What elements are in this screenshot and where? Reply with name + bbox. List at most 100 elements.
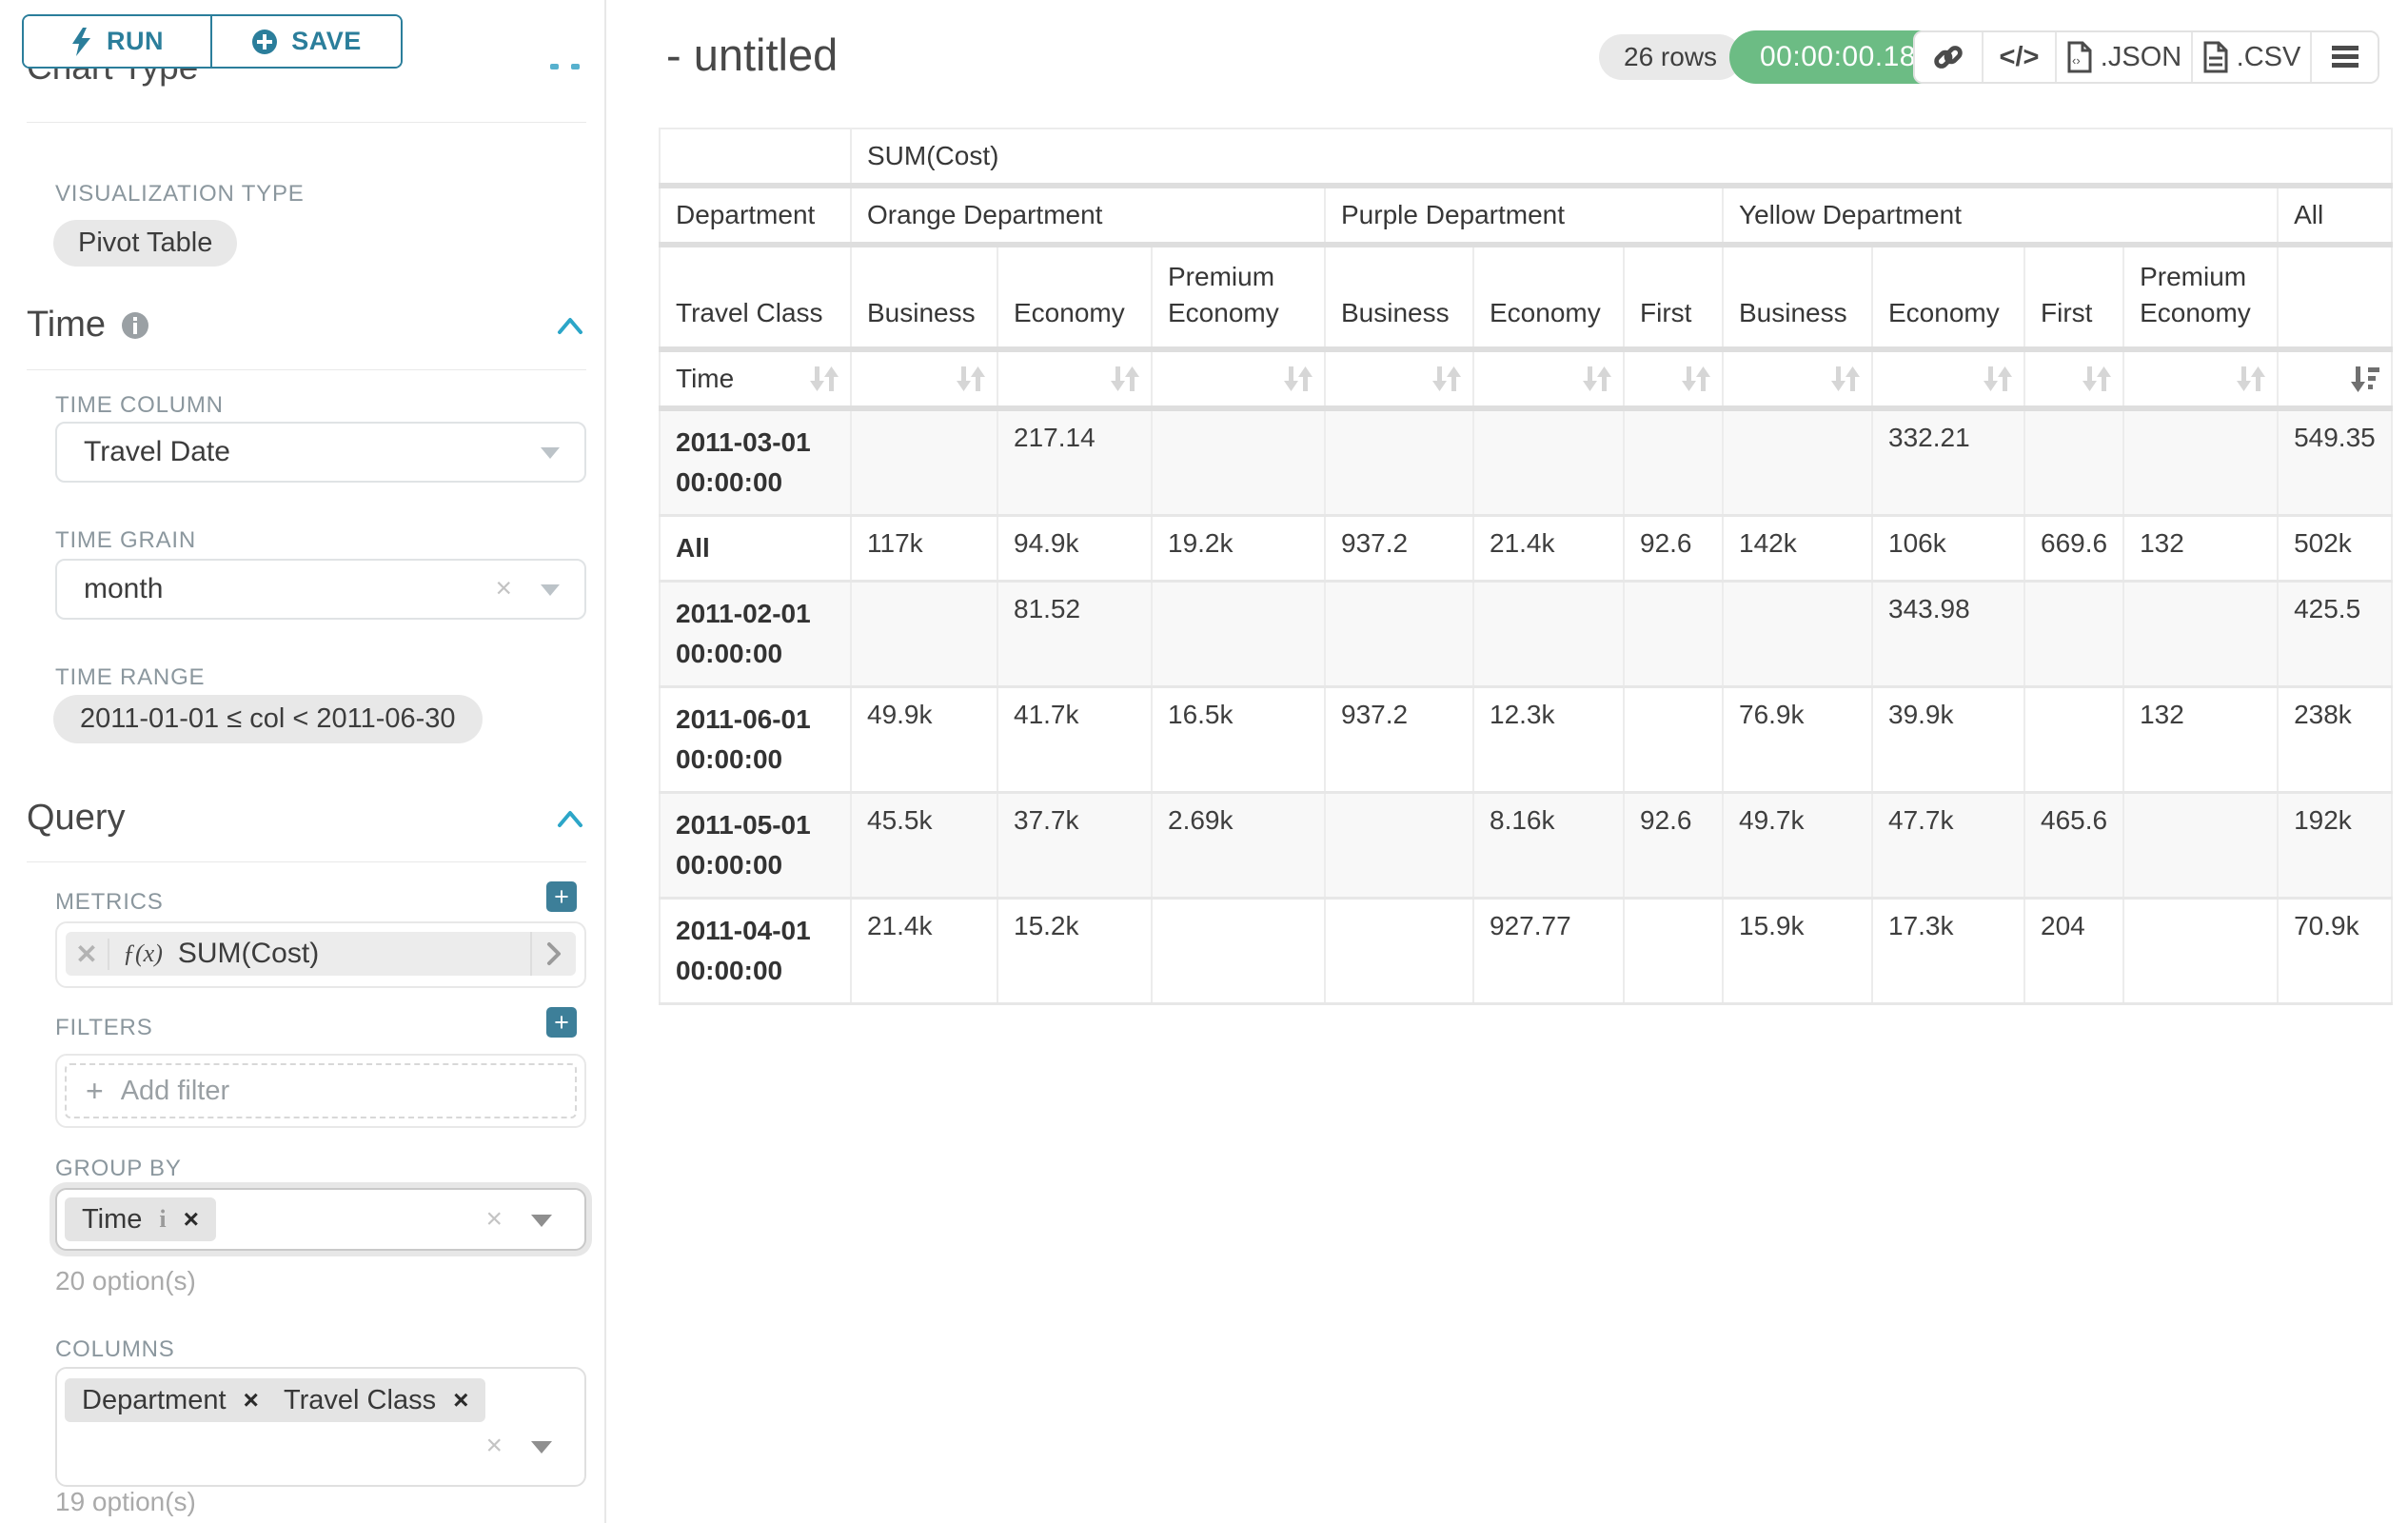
- sort-icon: [955, 365, 987, 393]
- collapse-query-icon[interactable]: [556, 807, 584, 830]
- add-metric-button[interactable]: +: [546, 881, 577, 912]
- chevron-down-icon[interactable]: [531, 1441, 552, 1454]
- remove-chip-icon[interactable]: ×: [453, 1385, 468, 1415]
- menu-button[interactable]: [2310, 32, 2378, 82]
- table-cell: [1473, 408, 1624, 516]
- table-cell: 132: [2123, 515, 2278, 581]
- remove-metric-icon[interactable]: ✕: [66, 939, 109, 970]
- filters-box: + Add filter: [55, 1054, 586, 1128]
- share-link-button[interactable]: [1915, 32, 1982, 82]
- table-cell: 19.2k: [1152, 515, 1325, 581]
- add-filter-button[interactable]: + Add filter: [65, 1063, 577, 1118]
- sort-column-button[interactable]: [2024, 349, 2123, 408]
- columns-chip-travel-class[interactable]: Travel Class ×: [266, 1378, 485, 1422]
- table-cell: [1624, 408, 1723, 516]
- travel-class-header: First: [2024, 245, 2123, 349]
- save-button[interactable]: SAVE: [212, 16, 401, 67]
- table-cell: [1325, 408, 1473, 516]
- clear-icon[interactable]: ×: [485, 1430, 503, 1462]
- table-cell: 927.77: [1473, 898, 1624, 1003]
- chip-label: Department: [82, 1385, 227, 1416]
- chart-title[interactable]: - untitled: [666, 29, 838, 81]
- filters-label: FILTERS: [55, 1015, 153, 1041]
- add-filter-plus-button[interactable]: +: [546, 1007, 577, 1038]
- clear-icon[interactable]: ×: [495, 572, 512, 604]
- table-cell: 47.7k: [1872, 792, 2024, 898]
- collapse-time-icon[interactable]: [556, 314, 584, 337]
- sort-column-button[interactable]: [851, 349, 997, 408]
- table-cell: 41.7k: [997, 686, 1152, 792]
- chevron-down-icon: [541, 447, 560, 459]
- metric-body: ƒ(x) SUM(Cost): [109, 938, 530, 970]
- time-grain-select[interactable]: month ×: [55, 559, 586, 620]
- run-button[interactable]: RUN: [24, 16, 212, 67]
- link-icon: [1932, 41, 1964, 73]
- sort-time-button[interactable]: Time: [660, 349, 851, 408]
- sort-column-button[interactable]: [1872, 349, 2024, 408]
- sort-column-button[interactable]: [1624, 349, 1723, 408]
- divider: [27, 122, 586, 123]
- table-cell: 21.4k: [851, 898, 997, 1003]
- table-cell: 106k: [1872, 515, 2024, 581]
- time-column-select[interactable]: Travel Date: [55, 422, 586, 483]
- table-cell: 92.6: [1624, 515, 1723, 581]
- metrics-box: ✕ ƒ(x) SUM(Cost): [55, 921, 586, 988]
- metrics-label: METRICS: [55, 889, 164, 916]
- run-save-group: RUN SAVE: [22, 14, 403, 69]
- time-grain-value: month: [84, 573, 163, 605]
- columns-hint: 19 option(s): [55, 1487, 196, 1517]
- pivot-table: SUM(Cost)DepartmentOrange DepartmentPurp…: [659, 128, 2393, 1005]
- table-cell: 12.3k: [1473, 686, 1624, 792]
- time-range-value[interactable]: 2011-01-01 ≤ col < 2011-06-30: [53, 695, 483, 743]
- table-cell: [1152, 581, 1325, 686]
- time-section-heading: Time: [27, 305, 149, 346]
- chevron-down-icon[interactable]: [531, 1215, 552, 1227]
- query-heading-label: Query: [27, 798, 125, 839]
- table-cell: [2024, 581, 2123, 686]
- expand-metric-button[interactable]: [530, 932, 576, 976]
- group-by-chip-time[interactable]: Time i ×: [65, 1197, 216, 1241]
- table-cell: 937.2: [1325, 515, 1473, 581]
- file-code-icon: ‹›: [2066, 41, 2093, 73]
- group-by-select[interactable]: Time i × ×: [55, 1188, 586, 1251]
- sort-icon: [808, 365, 840, 393]
- travel-class-header: Economy: [1872, 245, 2024, 349]
- svg-text:‹›: ‹›: [2072, 53, 2081, 68]
- table-cell: 669.6: [2024, 515, 2123, 581]
- metric-chip[interactable]: ✕ ƒ(x) SUM(Cost): [66, 932, 576, 976]
- sort-icon: [1109, 365, 1141, 393]
- export-toolbar: </> ‹› .JSON .CSV: [1913, 30, 2379, 84]
- sort-column-button[interactable]: [997, 349, 1152, 408]
- sort-desc-icon: [2349, 365, 2381, 393]
- remove-chip-icon[interactable]: ×: [184, 1204, 199, 1235]
- group-by-hint: 20 option(s): [55, 1266, 196, 1296]
- clear-icon[interactable]: ×: [485, 1203, 503, 1236]
- info-icon[interactable]: i: [159, 1205, 166, 1234]
- table-row: 2011-02-01 00:00:0081.52343.98425.5: [660, 581, 2392, 686]
- sort-column-button[interactable]: [1473, 349, 1624, 408]
- columns-chip-department[interactable]: Department ×: [65, 1378, 276, 1422]
- table-row: 2011-05-01 00:00:0045.5k37.7k2.69k8.16k9…: [660, 792, 2392, 898]
- travel-class-header: Premium Economy: [1152, 245, 1325, 349]
- sort-column-button[interactable]: [1723, 349, 1872, 408]
- sort-column-button[interactable]: [1152, 349, 1325, 408]
- export-json-button[interactable]: ‹› .JSON: [2055, 32, 2191, 82]
- table-cell: 502k: [2278, 515, 2392, 581]
- sort-column-button[interactable]: [1325, 349, 1473, 408]
- divider: [27, 369, 586, 370]
- export-csv-button[interactable]: .CSV: [2191, 32, 2310, 82]
- metric-name: SUM(Cost): [178, 938, 319, 970]
- table-cell: [2123, 898, 2278, 1003]
- info-icon[interactable]: [121, 311, 149, 340]
- table-row: 2011-06-01 00:00:0049.9k41.7k16.5k937.21…: [660, 686, 2392, 792]
- columns-select[interactable]: Department × Travel Class × ×: [55, 1367, 586, 1487]
- visualization-type-value[interactable]: Pivot Table: [53, 220, 237, 267]
- columns-label: COLUMNS: [55, 1336, 175, 1363]
- chevron-up-icon: [571, 64, 580, 69]
- remove-chip-icon[interactable]: ×: [244, 1385, 259, 1415]
- sort-column-button[interactable]: [2123, 349, 2278, 408]
- control-panel: Chart Type RUN SAVE VISUALIZATION TYPE P…: [0, 0, 606, 1523]
- sort-column-button[interactable]: [2278, 349, 2392, 408]
- table-cell: 94.9k: [997, 515, 1152, 581]
- view-query-button[interactable]: </>: [1982, 32, 2055, 82]
